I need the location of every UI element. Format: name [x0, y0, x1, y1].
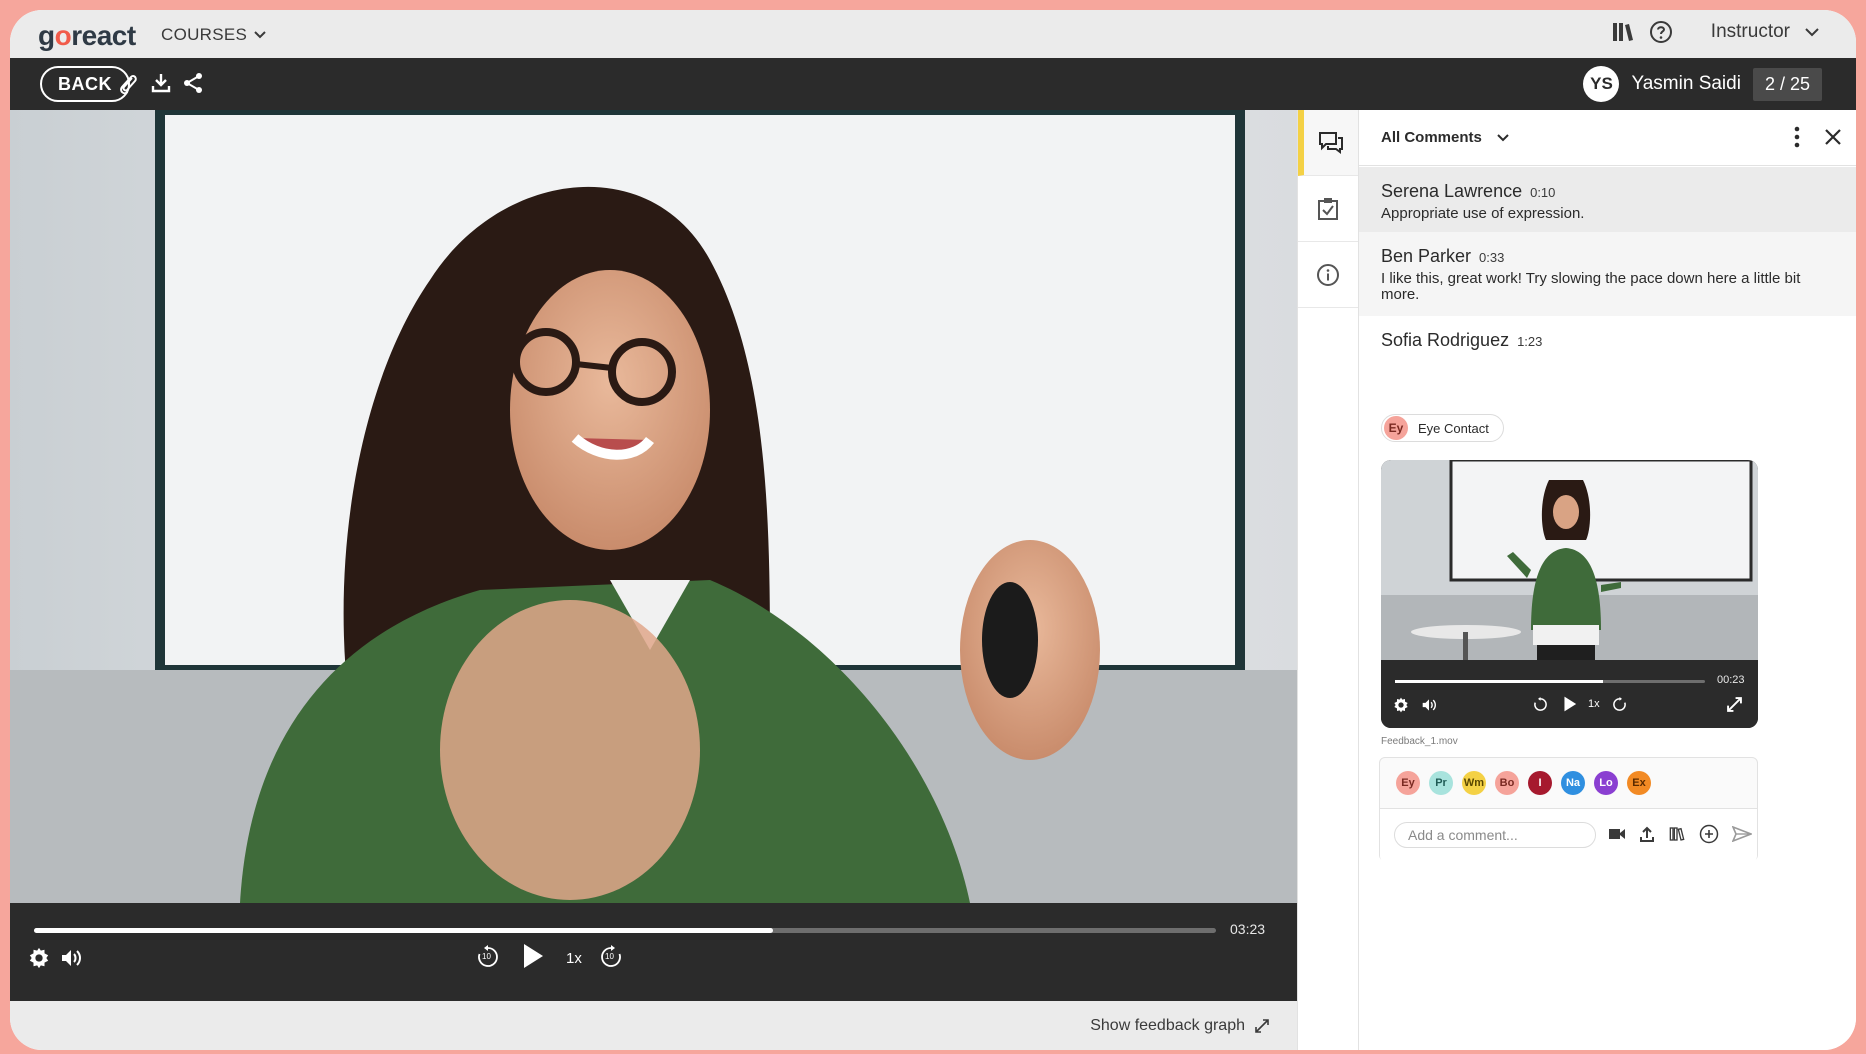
add-icon[interactable]: [1699, 824, 1719, 844]
comment-input[interactable]: [1394, 822, 1596, 848]
player-controls: 03:23 10 1x 10: [10, 903, 1297, 1001]
comment-filter-dropdown[interactable]: All Comments: [1381, 129, 1510, 146]
comment-item[interactable]: Serena Lawrence 0:10 Appropriate use of e…: [1359, 167, 1856, 232]
skip-forward-button[interactable]: 10: [599, 945, 623, 969]
more-options-icon[interactable]: [1794, 126, 1800, 148]
comment-timestamp[interactable]: 1:23: [1517, 334, 1542, 349]
comment-item[interactable]: Ben Parker 0:33 I like this, great work! …: [1359, 232, 1856, 316]
volume-icon[interactable]: [1421, 698, 1437, 712]
marker-dot[interactable]: Na: [1561, 771, 1585, 795]
panel-header: All Comments: [1359, 110, 1856, 166]
play-icon[interactable]: [522, 943, 544, 969]
top-nav: goreact COURSES Instructor: [10, 10, 1856, 58]
library-icon[interactable]: [1668, 826, 1686, 842]
feedback-graph-label: Show feedback graph: [1090, 1017, 1245, 1034]
settings-gear-icon[interactable]: [1393, 697, 1409, 713]
comment-author: Sofia Rodriguez: [1381, 330, 1510, 350]
marker-dot[interactable]: Ex: [1627, 771, 1651, 795]
comment-author: Ben Parker: [1381, 246, 1472, 266]
chevron-down-icon: [1497, 133, 1509, 141]
settings-gear-icon[interactable]: [28, 947, 50, 969]
attached-progress-bar[interactable]: [1395, 680, 1705, 683]
marker-dot[interactable]: I: [1528, 771, 1552, 795]
filter-label: All Comments: [1381, 129, 1482, 146]
expand-icon: [1255, 1019, 1269, 1033]
feedback-bar: Show feedback graph: [10, 1001, 1297, 1050]
comment-item[interactable]: Sofia Rodriguez 1:23: [1359, 316, 1856, 351]
marker-tag-abbr: Ey: [1384, 416, 1408, 440]
marker-tag-chip[interactable]: Ey Eye Contact: [1381, 414, 1504, 442]
tab-info[interactable]: [1298, 242, 1358, 308]
comment-composer: Ey Pr Wm Bo I Na Lo Ex: [1379, 757, 1758, 862]
skip-forward-seconds: 10: [605, 952, 614, 961]
tab-comments[interactable]: [1298, 110, 1358, 176]
comments-icon: [1319, 131, 1343, 154]
video-progress-bar[interactable]: [34, 928, 1216, 933]
attachment-filename[interactable]: Feedback_1.mov: [1381, 736, 1458, 747]
comment-text: I like this, great work! Try slowing the…: [1381, 270, 1801, 303]
attached-video[interactable]: 00:23 1x: [1381, 460, 1758, 728]
video-frame-image: [10, 110, 1297, 903]
marker-dot[interactable]: Wm: [1462, 771, 1486, 795]
send-icon[interactable]: [1732, 826, 1752, 842]
progress-fill: [34, 928, 773, 933]
marker-dot[interactable]: Pr: [1429, 771, 1453, 795]
help-icon[interactable]: [1649, 20, 1673, 44]
marker-dot[interactable]: Ey: [1396, 771, 1420, 795]
clipboard-check-icon: [1318, 197, 1338, 220]
upload-icon[interactable]: [1639, 826, 1655, 842]
skip-back-button[interactable]: 10: [476, 945, 500, 969]
attached-playback-speed[interactable]: 1x: [1588, 698, 1600, 710]
marker-tag-label: Eye Contact: [1418, 420, 1489, 436]
attached-progress-fill: [1395, 680, 1603, 683]
role-label[interactable]: Instructor: [1711, 21, 1790, 43]
fullscreen-icon[interactable]: [1727, 697, 1742, 712]
courses-menu[interactable]: COURSES: [161, 25, 267, 45]
side-rail: [1297, 110, 1359, 1050]
info-icon: [1317, 263, 1339, 286]
volume-icon[interactable]: [60, 948, 82, 968]
forward-icon[interactable]: [1612, 697, 1627, 712]
video-duration: 03:23: [1230, 921, 1266, 937]
skip-back-seconds: 10: [482, 952, 491, 961]
comment-author: Serena Lawrence: [1381, 181, 1523, 201]
goreact-logo[interactable]: goreact: [38, 20, 136, 52]
marker-dot[interactable]: Bo: [1495, 771, 1519, 795]
paperclip-icon[interactable]: [116, 72, 140, 96]
user-avatar: YS: [1583, 66, 1620, 102]
library-icon[interactable]: [1611, 20, 1635, 44]
review-toolbar: BACK YS Yasmin Saidi 2 / 25: [10, 58, 1856, 110]
main-video[interactable]: [10, 110, 1297, 903]
attached-video-controls: 00:23 1x: [1381, 660, 1758, 728]
comment-timestamp[interactable]: 0:10: [1530, 185, 1555, 200]
chevron-down-icon[interactable]: [1804, 27, 1820, 37]
marker-palette: Ey Pr Wm Bo I Na Lo Ex: [1396, 771, 1651, 795]
share-icon[interactable]: [182, 72, 204, 94]
rewind-icon[interactable]: [1533, 697, 1548, 712]
download-icon[interactable]: [150, 72, 172, 94]
attached-video-frame-image: [1381, 460, 1758, 660]
comments-panel: All Comments Serena Lawrence 0:10 Appropr…: [1359, 110, 1856, 1050]
comment-text: Appropriate use of expression.: [1381, 205, 1585, 222]
marker-dot[interactable]: Lo: [1594, 771, 1618, 795]
play-icon[interactable]: [1563, 696, 1577, 712]
show-feedback-graph-link[interactable]: Show feedback graph: [1090, 1017, 1269, 1035]
playback-speed[interactable]: 1x: [566, 950, 582, 967]
submission-counter[interactable]: 2 / 25: [1752, 67, 1822, 101]
tab-rubric[interactable]: [1298, 176, 1358, 242]
comment-timestamp[interactable]: 0:33: [1479, 250, 1504, 265]
chevron-down-icon: [254, 31, 266, 39]
close-icon[interactable]: [1824, 128, 1842, 146]
courses-label: COURSES: [161, 25, 248, 44]
video-camera-icon[interactable]: [1608, 827, 1626, 841]
attached-video-time: 00:23: [1717, 674, 1745, 686]
user-name: Yasmin Saidi: [1631, 73, 1741, 94]
app-frame: goreact COURSES Instructor BACK YS Yasmi…: [10, 10, 1856, 1050]
